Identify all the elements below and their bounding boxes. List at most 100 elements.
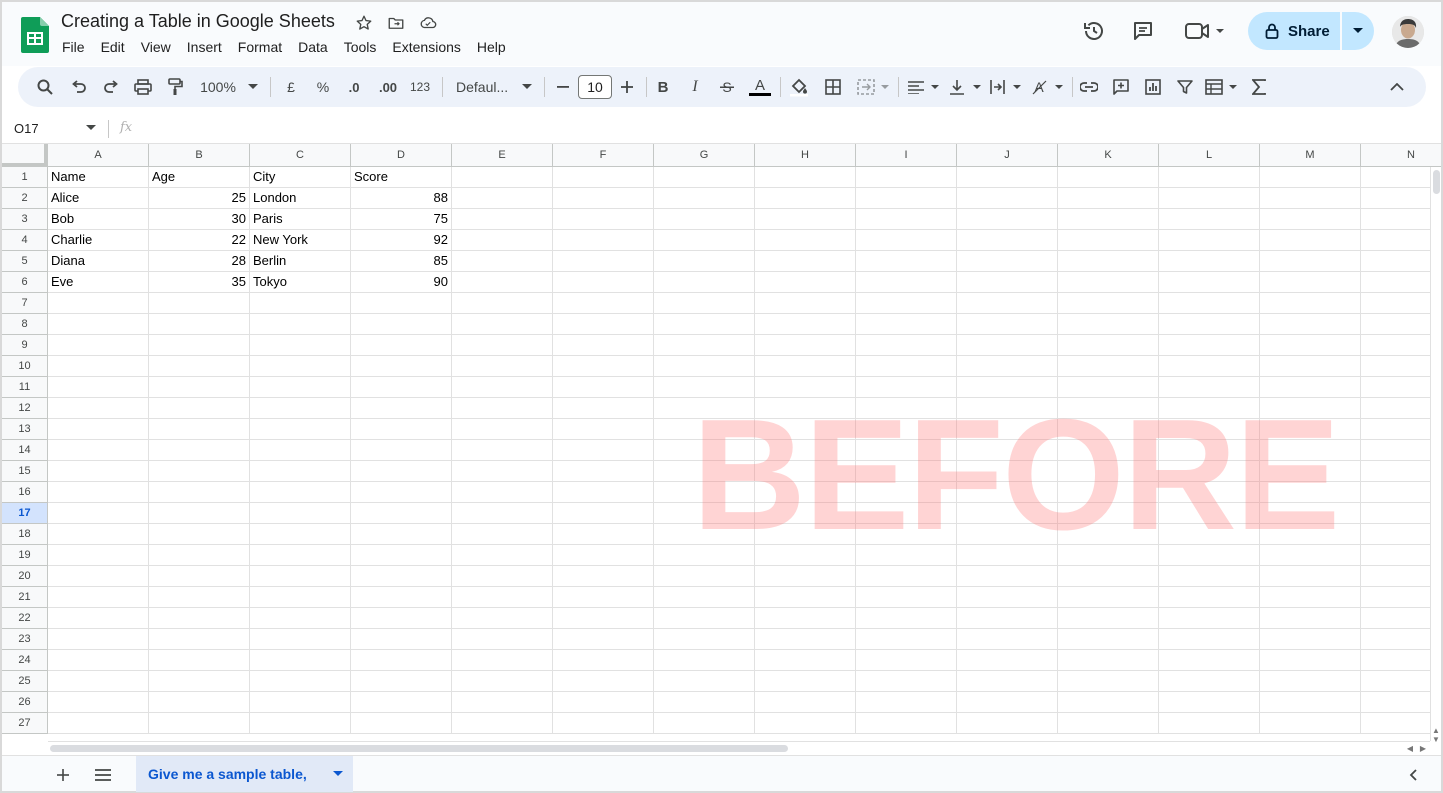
row-header-26[interactable]: 26 [2, 692, 48, 713]
cell-d8[interactable] [351, 314, 452, 335]
cell-g10[interactable] [654, 356, 755, 377]
cell-j12[interactable] [957, 398, 1058, 419]
cell-h9[interactable] [755, 335, 856, 356]
cell-d23[interactable] [351, 629, 452, 650]
cell-g21[interactable] [654, 587, 755, 608]
cell-i2[interactable] [856, 188, 957, 209]
cell-i26[interactable] [856, 692, 957, 713]
menu-format[interactable]: Format [230, 38, 290, 58]
cell-l16[interactable] [1159, 482, 1260, 503]
vertical-scrollbar[interactable]: ▲ ▼ [1430, 167, 1441, 744]
cell-j23[interactable] [957, 629, 1058, 650]
cell-f16[interactable] [553, 482, 654, 503]
cell-g20[interactable] [654, 566, 755, 587]
cell-j18[interactable] [957, 524, 1058, 545]
cell-b9[interactable] [149, 335, 250, 356]
cell-e24[interactable] [452, 650, 553, 671]
cell-j20[interactable] [957, 566, 1058, 587]
cell-j4[interactable] [957, 230, 1058, 251]
sheet-tab-chevron-down-icon[interactable] [333, 769, 343, 780]
cell-h19[interactable] [755, 545, 856, 566]
cell-k8[interactable] [1058, 314, 1159, 335]
cell-a9[interactable] [48, 335, 149, 356]
filter-views-icon[interactable] [1204, 75, 1240, 99]
cell-c6[interactable]: Tokyo [250, 272, 351, 293]
cell-g26[interactable] [654, 692, 755, 713]
cell-c14[interactable] [250, 440, 351, 461]
cell-a20[interactable] [48, 566, 149, 587]
cell-k22[interactable] [1058, 608, 1159, 629]
cell-n4[interactable] [1361, 230, 1441, 251]
cell-j16[interactable] [957, 482, 1058, 503]
cell-f10[interactable] [553, 356, 654, 377]
cell-j8[interactable] [957, 314, 1058, 335]
row-header-4[interactable]: 4 [2, 230, 48, 251]
cell-i14[interactable] [856, 440, 957, 461]
cell-j3[interactable] [957, 209, 1058, 230]
cell-j13[interactable] [957, 419, 1058, 440]
decrease-font-size-icon[interactable] [552, 75, 574, 99]
cell-i10[interactable] [856, 356, 957, 377]
cell-c18[interactable] [250, 524, 351, 545]
cell-a4[interactable]: Charlie [48, 230, 149, 251]
cell-g27[interactable] [654, 713, 755, 734]
cell-f2[interactable] [553, 188, 654, 209]
cell-e15[interactable] [452, 461, 553, 482]
cell-b6[interactable]: 35 [149, 272, 250, 293]
more-formats-button[interactable]: 123 [406, 75, 434, 99]
cell-i27[interactable] [856, 713, 957, 734]
cell-n24[interactable] [1361, 650, 1441, 671]
cloud-saved-icon[interactable] [418, 13, 438, 33]
cell-d15[interactable] [351, 461, 452, 482]
cell-c26[interactable] [250, 692, 351, 713]
cell-b22[interactable] [149, 608, 250, 629]
column-header-j[interactable]: J [957, 144, 1058, 167]
cell-g19[interactable] [654, 545, 755, 566]
insert-chart-icon[interactable] [1142, 75, 1164, 99]
cell-c5[interactable]: Berlin [250, 251, 351, 272]
cell-m1[interactable] [1260, 167, 1361, 188]
share-dropdown-button[interactable] [1345, 12, 1371, 50]
scroll-right-arrow-icon[interactable]: ▶ [1417, 742, 1429, 754]
cell-g11[interactable] [654, 377, 755, 398]
cell-f18[interactable] [553, 524, 654, 545]
font-size-input[interactable]: 10 [578, 75, 612, 99]
cell-d9[interactable] [351, 335, 452, 356]
cell-n7[interactable] [1361, 293, 1441, 314]
cell-n23[interactable] [1361, 629, 1441, 650]
scroll-left-arrow-icon[interactable]: ◀ [1404, 742, 1416, 754]
cell-i8[interactable] [856, 314, 957, 335]
vertical-align-icon[interactable] [948, 75, 984, 99]
cell-k25[interactable] [1058, 671, 1159, 692]
cell-k24[interactable] [1058, 650, 1159, 671]
cell-d21[interactable] [351, 587, 452, 608]
cell-d24[interactable] [351, 650, 452, 671]
row-header-27[interactable]: 27 [2, 713, 48, 734]
cell-e3[interactable] [452, 209, 553, 230]
cell-l11[interactable] [1159, 377, 1260, 398]
cell-h11[interactable] [755, 377, 856, 398]
cell-g8[interactable] [654, 314, 755, 335]
cell-l14[interactable] [1159, 440, 1260, 461]
sheet-explore-chevron-left-icon[interactable] [1402, 764, 1424, 786]
cell-j6[interactable] [957, 272, 1058, 293]
cell-b11[interactable] [149, 377, 250, 398]
strikethrough-icon[interactable]: S [716, 75, 738, 99]
cell-n26[interactable] [1361, 692, 1441, 713]
column-header-h[interactable]: H [755, 144, 856, 167]
cell-e21[interactable] [452, 587, 553, 608]
cell-i18[interactable] [856, 524, 957, 545]
cell-e12[interactable] [452, 398, 553, 419]
cell-h13[interactable] [755, 419, 856, 440]
cell-c20[interactable] [250, 566, 351, 587]
cell-j10[interactable] [957, 356, 1058, 377]
cell-l17[interactable] [1159, 503, 1260, 524]
cell-c19[interactable] [250, 545, 351, 566]
cell-n11[interactable] [1361, 377, 1441, 398]
share-button[interactable]: Share [1248, 12, 1338, 50]
document-title[interactable]: Creating a Table in Google Sheets [61, 11, 335, 32]
cell-f4[interactable] [553, 230, 654, 251]
cell-k11[interactable] [1058, 377, 1159, 398]
cell-k17[interactable] [1058, 503, 1159, 524]
cell-n25[interactable] [1361, 671, 1441, 692]
